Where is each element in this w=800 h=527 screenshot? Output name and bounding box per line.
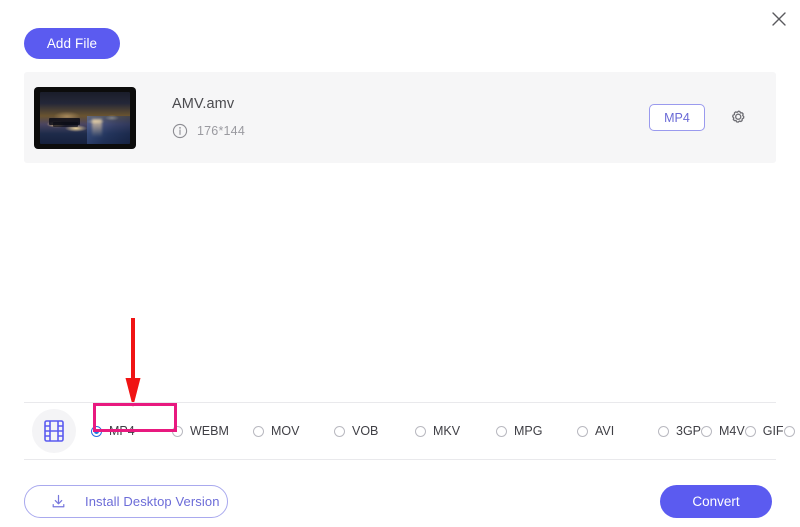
format-option-label: WEBM [190,424,229,438]
radio-icon [744,425,756,437]
radio-icon [577,425,588,437]
radio-icon [701,425,713,437]
converter-window: Add File AMV.amv 176*144 MP4 MP4 WEBM MO… [0,0,800,527]
format-option-label: AVI [595,424,615,438]
close-icon [772,12,786,26]
annotation-arrow [125,318,141,407]
add-file-label: Add File [46,36,98,51]
radio-icon [253,425,264,437]
radio-icon [172,425,183,437]
file-row[interactable]: AMV.amv 176*144 MP4 [24,72,776,163]
format-option-mov[interactable]: MOV [253,424,334,438]
format-option-mp4[interactable]: MP4 [91,424,172,438]
download-icon [49,493,67,511]
info-icon[interactable] [172,123,188,139]
format-option-label: MOV [271,424,300,438]
format-option-label: 3GP [676,424,702,438]
radio-icon [496,425,507,437]
file-settings-button[interactable] [727,107,749,129]
file-resolution: 176*144 [197,124,245,138]
format-option-vob[interactable]: VOB [334,424,415,438]
format-option-3gp[interactable]: 3GP [658,424,701,438]
install-desktop-version-button[interactable]: Install Desktop Version [24,485,228,518]
format-option-webm[interactable]: WEBM [172,424,253,438]
gear-icon [731,110,744,123]
file-name: AMV.amv [172,96,235,112]
format-option-label: MPG [514,424,543,438]
film-strip-icon [44,420,64,442]
format-option-flv[interactable]: FLV [783,424,800,438]
radio-icon [334,425,345,437]
format-option-label: MP4 [109,424,135,438]
convert-button[interactable]: Convert [660,485,772,518]
radio-icon [91,425,102,437]
format-option-mpg[interactable]: MPG [496,424,577,438]
add-file-button[interactable]: Add File [24,28,120,59]
file-meta: AMV.amv 176*144 [172,96,649,139]
format-radio-grid: MP4 WEBM MOV VOB MKV MPG AVI 3GP M4V GIF [91,420,800,443]
format-option-m4v[interactable]: M4V [701,424,745,438]
format-option-avi[interactable]: AVI [577,424,658,438]
install-desktop-version-label: Install Desktop Version [85,494,220,509]
format-option-label: VOB [352,424,379,438]
convert-label: Convert [692,494,740,509]
file-output-format-button[interactable]: MP4 [649,104,705,131]
radio-icon [658,425,669,437]
file-thumbnail [34,86,136,149]
format-option-label: M4V [719,424,745,438]
format-option-label: GIF [762,424,784,438]
file-output-format-label: MP4 [664,110,690,125]
video-formats-tab[interactable] [32,409,76,453]
format-option-label: MKV [433,424,461,438]
format-option-mkv[interactable]: MKV [415,424,496,438]
format-option-gif[interactable]: GIF [744,424,784,438]
radio-icon [783,425,795,437]
close-button[interactable] [764,4,794,34]
radio-icon [415,425,426,437]
format-selection-bar: MP4 WEBM MOV VOB MKV MPG AVI 3GP M4V GIF [24,402,795,460]
